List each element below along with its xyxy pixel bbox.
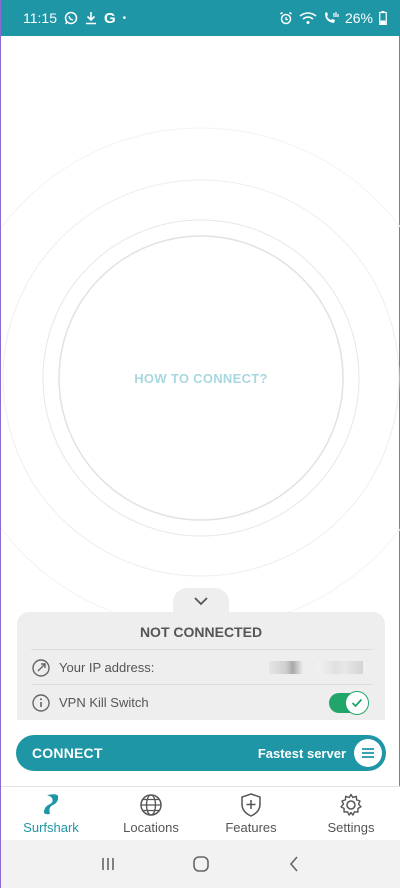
ip-address-value-redacted [269,661,363,674]
battery-percent: 26% [344,10,373,26]
nav-item-surfshark[interactable]: Surfshark [1,787,101,840]
external-link-icon [31,658,51,678]
nav-label-surfshark: Surfshark [23,820,79,835]
battery-icon [379,11,387,25]
check-icon [351,698,363,707]
chevron-down-icon [194,597,208,606]
globe-icon [139,792,163,818]
status-time: 11:15 [23,10,57,26]
connect-bar: CONNECT Fastest server [16,735,386,771]
notification-dot: • [122,12,127,24]
ip-address-row: Your IP address: [31,649,373,685]
recent-apps-button[interactable] [88,849,128,879]
surfshark-logo-icon [41,792,61,818]
connection-status-title: NOT CONNECTED [139,624,263,640]
call-icon [323,11,339,25]
nav-item-locations[interactable]: Locations [101,787,201,840]
server-menu-button[interactable] [354,739,382,767]
back-icon [290,856,298,872]
bottom-nav: Surfshark Locations Features Settings [1,786,400,840]
ip-blur-part-1 [269,661,303,674]
ip-address-label: Your IP address: [59,660,155,675]
connect-button[interactable]: CONNECT [32,745,103,761]
google-icon: G [104,9,116,27]
status-right: 26% [279,10,387,26]
download-icon [85,11,97,25]
ip-blur-part-2 [317,661,363,674]
toggle-knob [345,690,369,715]
gear-icon [339,792,363,818]
how-to-connect-link[interactable]: HOW TO CONNECT? [1,371,400,386]
alarm-icon [279,11,293,25]
nav-label-locations: Locations [123,820,179,835]
menu-icon [362,748,374,758]
back-button[interactable] [274,849,314,879]
wifi-call-icon [299,11,317,25]
main-area: HOW TO CONNECT? NOT CONNECTED Your IP ad… [1,36,400,786]
kill-switch-toggle[interactable] [329,690,369,715]
status-left: 11:15 G • [23,10,126,27]
server-selector[interactable]: Fastest server [258,746,346,761]
kill-switch-label: VPN Kill Switch [59,695,149,710]
kill-switch-row: VPN Kill Switch [31,684,373,720]
nav-item-settings[interactable]: Settings [301,787,400,840]
info-icon[interactable] [31,693,51,713]
nav-item-features[interactable]: Features [201,787,301,840]
home-icon [193,856,209,872]
shield-plus-icon [240,792,262,818]
nav-label-settings: Settings [327,820,375,835]
whatsapp-icon [64,11,78,25]
recent-apps-icon [101,858,114,870]
system-nav-bar [1,840,400,888]
home-button[interactable] [181,849,221,879]
status-bar: 11:15 G • 26% [1,0,400,36]
expand-panel-tab[interactable] [173,588,229,614]
connection-status-panel: NOT CONNECTED Your IP address: VPN Kill … [17,612,385,720]
nav-label-features: Features [225,820,277,835]
